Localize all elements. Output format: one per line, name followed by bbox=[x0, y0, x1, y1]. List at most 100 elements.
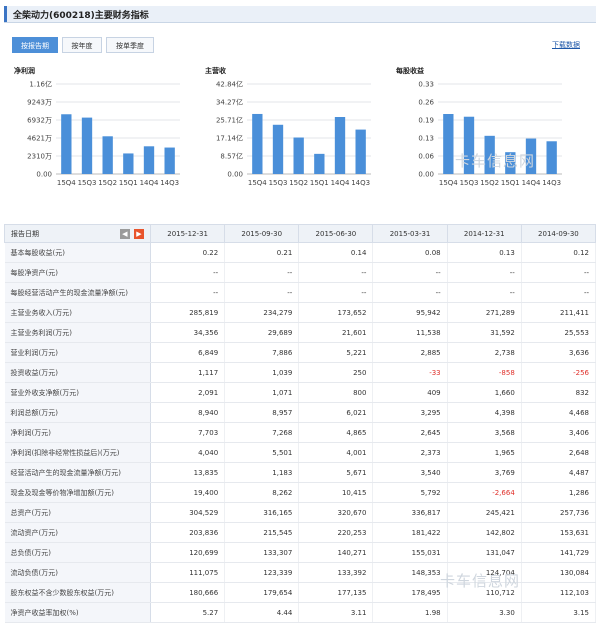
table-cell: 123,339 bbox=[224, 562, 300, 583]
bar[interactable] bbox=[272, 124, 284, 174]
table-row: 营业外收支净额(万元) 2,091 1,071 800 409 1,660 832 bbox=[4, 382, 597, 403]
table-row: 每股经营活动产生的现金流量净额(元) -- -- -- -- -- -- bbox=[4, 282, 597, 303]
table-cell: -- bbox=[298, 282, 374, 303]
row-label: 流动资产(万元) bbox=[4, 522, 151, 543]
next-page-button[interactable]: ▶ bbox=[134, 228, 144, 239]
watermark: 卡车信息网 bbox=[455, 152, 536, 170]
table-cell: 177,135 bbox=[298, 582, 374, 603]
x-tick-label: 15Q1 bbox=[119, 179, 138, 187]
corner-label: 报告日期 bbox=[11, 229, 39, 238]
x-tick-label: 15Q1 bbox=[501, 179, 520, 187]
bar[interactable] bbox=[252, 113, 263, 174]
table-cell: 336,817 bbox=[372, 502, 448, 523]
row-label: 营业利润(万元) bbox=[4, 342, 151, 363]
y-tick-label: 34.27亿 bbox=[216, 98, 243, 107]
chart-title: 每股收益 bbox=[396, 67, 424, 75]
download-data-link[interactable]: 下载数据 bbox=[552, 40, 580, 50]
table-row: 投资收益(万元) 1,117 1,039 250 -33 -858 -256 bbox=[4, 362, 597, 383]
row-label: 经营活动产生的现金流量净额(万元) bbox=[4, 462, 151, 483]
table-cell: 4,001 bbox=[298, 442, 374, 463]
table-cell: 11,538 bbox=[372, 322, 448, 343]
bar[interactable] bbox=[443, 114, 454, 174]
table-row: 营业利润(万元) 6,849 7,886 5,221 2,885 2,738 3,636 bbox=[4, 342, 597, 363]
table-cell: 130,084 bbox=[521, 562, 597, 583]
table-cell: 178,495 bbox=[372, 582, 448, 603]
bar[interactable] bbox=[355, 129, 366, 174]
table-cell: -256 bbox=[521, 362, 597, 383]
x-tick-label: 15Q2 bbox=[289, 179, 308, 187]
chart-title: 净利润 bbox=[14, 67, 35, 75]
table-cell: 250 bbox=[298, 362, 374, 383]
column-header: 2014-12-31 bbox=[446, 224, 522, 243]
x-tick-label: 15Q4 bbox=[248, 179, 267, 187]
x-tick-label: 15Q4 bbox=[57, 179, 76, 187]
tab-by-report-period[interactable]: 按报告期 bbox=[12, 37, 58, 53]
table-cell: 5,792 bbox=[372, 482, 448, 503]
y-tick-label: 0.26 bbox=[418, 99, 434, 107]
table-row: 净资产收益率加权(%) 5.27 4.44 3.11 1.98 3.30 3.15 bbox=[4, 602, 597, 623]
table-cell: 141,729 bbox=[521, 542, 597, 563]
page-header: 全柴动力(600218)主要财务指标 bbox=[4, 6, 596, 23]
table-cell: 3,540 bbox=[372, 462, 448, 483]
y-tick-label: 2310万 bbox=[27, 153, 52, 161]
table-cell: 2,645 bbox=[372, 422, 448, 443]
table-cell: 21,601 bbox=[298, 322, 374, 343]
y-tick-label: 0.33 bbox=[418, 81, 434, 89]
table-cell: -858 bbox=[447, 362, 522, 383]
x-tick-label: 14Q3 bbox=[542, 179, 561, 187]
bar[interactable] bbox=[334, 117, 346, 174]
tab-by-quarter[interactable]: 按单季度 bbox=[106, 37, 154, 53]
row-label: 净利润(扣除非经常性损益后)(万元) bbox=[4, 442, 151, 463]
table-cell: 29,689 bbox=[224, 322, 300, 343]
header-accent-bar bbox=[4, 6, 7, 22]
table-cell: 4,398 bbox=[447, 402, 522, 423]
table-cell: 2,738 bbox=[447, 342, 522, 363]
bar[interactable] bbox=[546, 141, 557, 174]
table-row: 流动资产(万元) 203,836 215,545 220,253 181,422 142,… bbox=[4, 522, 597, 543]
table-cell: 271,289 bbox=[447, 302, 522, 323]
row-label: 净资产收益率加权(%) bbox=[4, 602, 151, 623]
table-cell: 1,071 bbox=[224, 382, 300, 403]
table-cell: -- bbox=[150, 262, 226, 283]
bar[interactable] bbox=[143, 146, 155, 174]
table-cell: 2,648 bbox=[521, 442, 597, 463]
bar[interactable] bbox=[123, 153, 134, 174]
table-cell: 3.15 bbox=[521, 602, 597, 623]
table-cell: 10,415 bbox=[298, 482, 374, 503]
table-row: 净利润(扣除非经常性损益后)(万元) 4,040 5,501 4,001 2,373 1,… bbox=[4, 442, 597, 463]
tab-by-year[interactable]: 按年度 bbox=[62, 37, 102, 53]
table-cell: -- bbox=[447, 262, 522, 283]
prev-page-button[interactable]: ◀ bbox=[119, 228, 130, 239]
table-cell: 215,545 bbox=[224, 522, 300, 543]
bar[interactable] bbox=[293, 137, 304, 174]
row-label: 每股净资产(元) bbox=[4, 262, 151, 283]
table-cell: 3,295 bbox=[372, 402, 448, 423]
table-cell: 832 bbox=[521, 382, 597, 403]
table-cell: 409 bbox=[372, 382, 448, 403]
table-row: 每股净资产(元) -- -- -- -- -- -- bbox=[4, 262, 597, 283]
bar[interactable] bbox=[314, 153, 325, 174]
y-tick-label: 0.00 bbox=[418, 171, 434, 179]
table-row: 基本每股收益(元) 0.22 0.21 0.14 0.08 0.13 0.12 bbox=[4, 242, 597, 263]
chart-title: 主营收 bbox=[205, 67, 226, 75]
row-label: 净利润(万元) bbox=[4, 422, 151, 443]
y-tick-label: 9243万 bbox=[27, 99, 52, 107]
y-tick-label: 0.00 bbox=[227, 171, 243, 179]
table-cell: 112,103 bbox=[521, 582, 597, 603]
table-row: 总负债(万元) 120,699 133,307 140,271 155,031 131,0… bbox=[4, 542, 597, 563]
table-cell: 304,529 bbox=[150, 502, 226, 523]
bar[interactable] bbox=[81, 117, 93, 174]
bar[interactable] bbox=[61, 114, 72, 174]
table-cell: 4,468 bbox=[521, 402, 597, 423]
table-cell: 180,666 bbox=[150, 582, 226, 603]
y-tick-label: 0.06 bbox=[418, 153, 434, 161]
table-cell: 5,221 bbox=[298, 342, 374, 363]
table-row: 现金及现金等价物净增加额(万元) 19,400 8,262 10,415 5,792 -2… bbox=[4, 482, 597, 503]
x-tick-label: 14Q4 bbox=[140, 179, 159, 187]
net-profit-chart-svg: 1.16亿9243万6932万4621万2310万0.0015Q4 15Q3 15Q… bbox=[27, 80, 180, 187]
x-tick-label: 15Q3 bbox=[269, 179, 288, 187]
table-cell: 6,021 bbox=[298, 402, 374, 423]
bar[interactable] bbox=[164, 147, 175, 174]
y-tick-label: 25.71亿 bbox=[216, 116, 243, 125]
bar[interactable] bbox=[102, 136, 113, 174]
